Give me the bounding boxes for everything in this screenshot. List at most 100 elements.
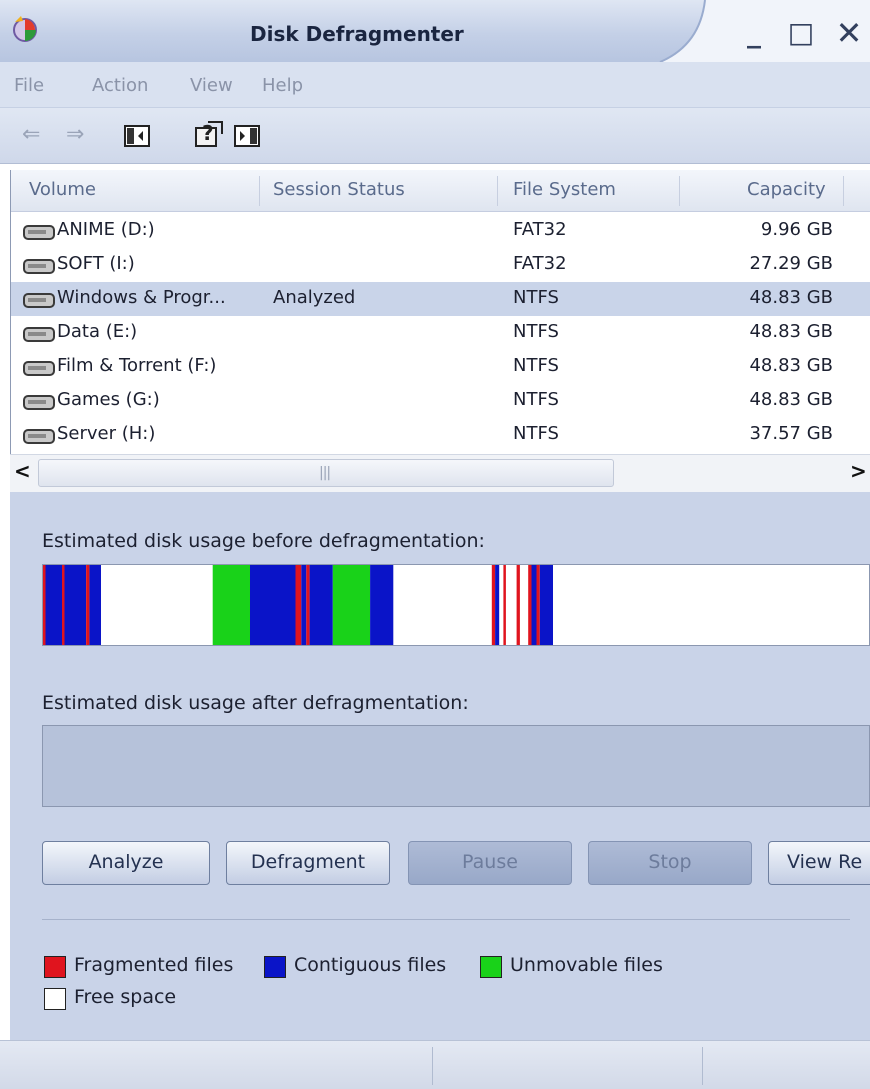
legend-free-space: Free space [74,986,177,1008]
file-system: NTFS [513,423,559,444]
maximize-button[interactable]: □ [784,18,818,52]
scroll-grip-icon: ||| [319,465,331,481]
volume-name: Games (G:) [57,389,160,410]
list-header: Volume Session Status File System Capaci… [11,170,870,212]
volume-row[interactable]: Games (G:) NTFS 48.83 GB [11,384,870,418]
column-header-volume[interactable]: Volume [29,179,96,200]
before-usage-graph [43,565,553,645]
session-status: Analyzed [273,287,356,308]
analyze-button[interactable]: Analyze [42,841,210,885]
back-arrow-icon[interactable]: ⇐ [22,122,40,147]
column-separator[interactable] [843,176,844,206]
fragmented-segment [516,565,520,645]
capacity: 37.57 GB [749,423,833,444]
file-system: NTFS [513,389,559,410]
column-header-file-system[interactable]: File System [513,179,616,200]
volume-name: Data (E:) [57,321,138,342]
contiguous-segment [539,565,553,645]
defragment-button[interactable]: Defragment [226,841,390,885]
divider [42,919,850,920]
capacity: 48.83 GB [749,287,833,308]
contiguous-segment [495,565,500,645]
contiguous-segment [250,565,296,645]
fragmented-segment [43,565,46,645]
legend-fragmented: Fragmented files [74,954,234,976]
analysis-panel: Estimated disk usage before defragmentat… [10,492,870,1040]
drive-icon [23,225,55,240]
volume-row[interactable]: Server (H:) NTFS 37.57 GB [11,418,870,452]
contiguous-segment [64,565,86,645]
column-separator[interactable] [497,176,498,206]
fragmented-swatch [44,956,66,978]
menu-view[interactable]: View [190,75,233,96]
contiguous-segment [301,565,307,645]
drive-icon [23,395,55,410]
minimize-button[interactable]: _ [737,18,771,52]
capacity: 27.29 GB [749,253,833,274]
column-header-capacity[interactable]: Capacity [747,179,826,200]
column-header-session-status[interactable]: Session Status [273,179,405,200]
capacity: 48.83 GB [749,355,833,376]
window-title: Disk Defragmenter [250,22,464,46]
forward-arrow-icon[interactable]: ⇒ [66,122,84,147]
defragmenter-app-icon [13,16,37,42]
file-system: FAT32 [513,219,567,240]
volume-name: SOFT (I:) [57,253,135,274]
drive-icon [23,327,55,342]
capacity: 9.96 GB [760,219,833,240]
capacity: 48.83 GB [749,321,833,342]
close-button[interactable]: ✕ [832,17,866,52]
scroll-left-arrow-icon[interactable]: < [14,459,31,483]
fragmented-segment [491,565,496,645]
unmovable-segment [332,565,371,645]
fragmented-segment [86,565,90,645]
scroll-right-arrow-icon[interactable]: > [850,459,867,483]
menu-action[interactable]: Action [92,75,148,96]
volume-row[interactable]: Film & Torrent (F:) NTFS 48.83 GB [11,350,870,384]
capacity: 48.83 GB [749,389,833,410]
unmovable-segment [212,565,250,645]
fragmented-segment [62,565,65,645]
file-system: NTFS [513,321,559,342]
fragmented-segment [503,565,506,645]
volume-row[interactable]: SOFT (I:) FAT32 27.29 GB [11,248,870,282]
drive-icon [23,293,55,308]
volume-name: Server (H:) [57,423,156,444]
before-usage-bar [42,564,870,646]
file-system: NTFS [513,287,559,308]
fragmented-segment [536,565,540,645]
stop-button[interactable]: Stop [588,841,752,885]
before-label: Estimated disk usage before defragmentat… [42,530,485,552]
legend-contiguous: Contiguous files [294,954,447,976]
menu-bar: File Action View Help [0,62,870,108]
file-system: NTFS [513,355,559,376]
view-report-button[interactable]: View Re [768,841,870,885]
after-usage-bar [42,725,870,807]
volume-row[interactable]: Windows & Progr... Analyzed NTFS 48.83 GB [11,282,870,316]
action-pane-icon[interactable] [234,124,260,148]
contiguous-segment [309,565,333,645]
title-bar: Disk Defragmenter _ □ ✕ [0,0,870,62]
console-tree-icon[interactable] [124,124,150,148]
volume-row[interactable]: Data (E:) NTFS 48.83 GB [11,316,870,350]
status-bar-separator [702,1047,703,1085]
contiguous-segment [531,565,537,645]
fragmented-segment [528,565,532,645]
column-separator[interactable] [259,176,260,206]
menu-file[interactable]: File [14,75,44,96]
free-space-swatch [44,988,66,1010]
horizontal-scrollbar[interactable]: < ||| > [10,454,870,492]
volume-name: Windows & Progr... [57,287,226,308]
column-separator[interactable] [679,176,680,206]
volume-name: Film & Torrent (F:) [57,355,217,376]
pause-button[interactable]: Pause [408,841,572,885]
volume-row[interactable]: ANIME (D:) FAT32 9.96 GB [11,214,870,248]
menu-help[interactable]: Help [262,75,303,96]
scroll-thumb[interactable]: ||| [38,459,614,487]
status-bar-separator [432,1047,433,1085]
help-icon[interactable]: ? [194,120,224,150]
volume-list: Volume Session Status File System Capaci… [10,170,870,492]
contiguous-segment [45,565,63,645]
contiguous-segment [370,565,394,645]
drive-icon [23,361,55,376]
